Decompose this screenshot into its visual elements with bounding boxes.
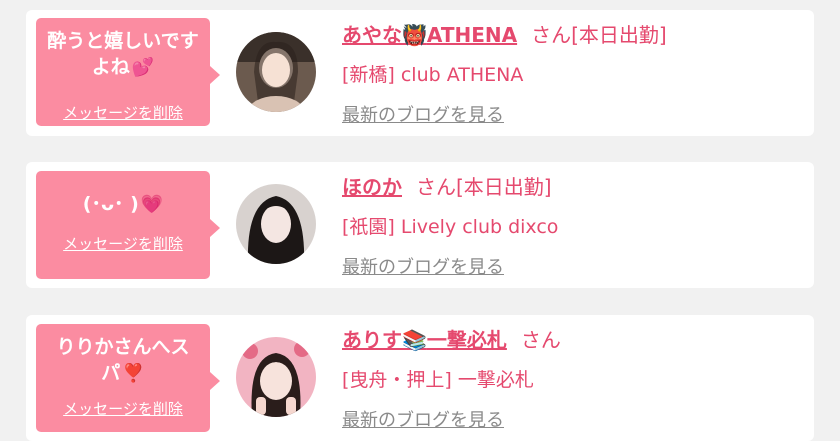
cast-name-link[interactable]: あやな👹ATHENA [342,23,517,47]
honorific: さん [531,23,572,47]
delete-message-link[interactable]: メッセージを削除 [36,233,210,254]
message-emoji: ❣️ [122,363,145,384]
shop-name: [曳舟・押上] 一撃必札 [342,369,534,391]
avatar[interactable] [236,337,316,417]
avatar-photo [236,337,316,417]
latest-blog-link[interactable]: 最新のブログを見る [342,253,558,279]
latest-blog-link[interactable]: 最新のブログを見る [342,406,561,432]
message-emoji: 💕 [131,57,155,78]
cast-info: あやな👹ATHENA さん[本日出勤] [新橋] club ATHENA 最新のブ… [342,22,667,127]
shop-name: [新橋] club ATHENA [342,64,524,86]
message-emoji: 💗 [140,194,164,215]
avatar[interactable] [236,184,316,264]
cast-name-link[interactable]: ほのか [342,175,402,199]
message-bubble: りりかさんへスパ ❣️ メッセージを削除 [36,324,220,432]
name-emoji: 👹 [402,23,427,47]
message-card: りりかさんへスパ ❣️ メッセージを削除 ありす📚一撃必札 さん [曳舟・押上] 一… [26,315,814,441]
message-bubble: 酔うと嬉しいですよね 💕 メッセージを削除 [36,18,220,126]
message-text: (･ᴗ･ ) 💗 [82,193,164,215]
delete-message-link[interactable]: メッセージを削除 [36,398,210,419]
delete-message-link[interactable]: メッセージを削除 [36,102,210,123]
honorific: さん [416,175,456,199]
message-card: (･ᴗ･ ) 💗 メッセージを削除 ほのか さん[本日出勤] [祇園] Lively… [26,162,814,288]
message-bubble: (･ᴗ･ ) 💗 メッセージを削除 [36,171,220,279]
message-card: 酔うと嬉しいですよね 💕 メッセージを削除 あやな👹ATHENA さん[本日出勤] … [26,10,814,136]
status-badge: [本日出勤] [456,175,552,199]
shop-name: [祇園] Lively club dixco [342,216,559,238]
cast-info: ほのか さん[本日出勤] [祇園] Lively club dixco 最新のブロ… [342,174,558,279]
avatar-photo [236,184,316,264]
message-text: りりかさんへスパ ❣️ [56,336,190,384]
message-text: 酔うと嬉しいですよね 💕 [47,30,199,78]
latest-blog-link[interactable]: 最新のブログを見る [342,101,667,127]
avatar[interactable] [236,32,316,112]
cast-info: ありす📚一撃必札 さん [曳舟・押上] 一撃必札 最新のブログを見る [342,327,561,432]
avatar-photo [236,32,316,112]
status-badge: [本日出勤] [571,23,667,47]
name-emoji: 📚 [402,328,427,352]
honorific: さん [520,328,561,352]
cast-name-link[interactable]: ありす📚一撃必札 [342,328,507,352]
